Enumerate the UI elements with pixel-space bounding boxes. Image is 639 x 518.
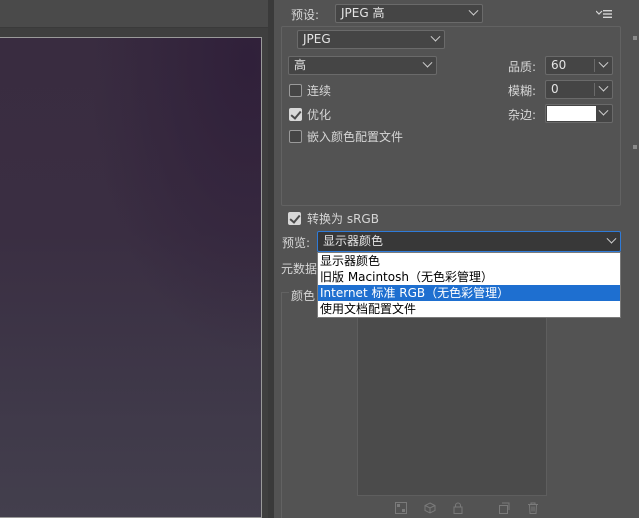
quality-preset-value: 高 (294, 58, 307, 72)
matte-select[interactable] (545, 104, 613, 123)
blur-input[interactable]: 0 (545, 80, 613, 99)
chevron-down-icon[interactable] (598, 81, 609, 92)
progressive-checkbox[interactable] (289, 84, 302, 97)
progressive-label: 连续 (307, 84, 332, 98)
preview-image[interactable] (0, 37, 262, 518)
embed-profile-checkbox[interactable] (289, 130, 302, 143)
divider (594, 59, 595, 72)
divider (594, 83, 595, 96)
chevron-down-icon (598, 105, 609, 116)
chevron-down-icon (606, 233, 617, 244)
chevron-down-icon (430, 31, 441, 42)
quality-label: 品质: (508, 60, 537, 74)
color-table[interactable] (357, 296, 547, 496)
matte-color-swatch (547, 106, 596, 121)
convert-srgb-label: 转换为 sRGB (307, 212, 379, 226)
panel-edge-marker (633, 36, 637, 40)
quality-preset-select[interactable]: 高 (288, 56, 437, 75)
embed-profile-label: 嵌入颜色配置文件 (307, 130, 404, 144)
preview-option-highlighted[interactable]: Internet 标准 RGB（无色彩管理） (318, 285, 620, 301)
optimized-label: 优化 (307, 108, 332, 122)
preview-tab-bar (0, 0, 268, 28)
web-shift-icon[interactable] (424, 502, 436, 514)
metadata-label: 元数据 (281, 262, 318, 276)
blur-input-value: 0 (551, 82, 559, 96)
preview-dropdown-list[interactable]: 显示器颜色 旧版 Macintosh（无色彩管理） Internet 标准 RG… (317, 252, 621, 318)
blur-label: 模糊: (508, 84, 537, 98)
new-color-icon[interactable] (498, 502, 510, 514)
quality-input-value: 60 (551, 58, 567, 72)
color-table-label: 颜色 (289, 287, 318, 304)
preview-option[interactable]: 旧版 Macintosh（无色彩管理） (318, 269, 620, 285)
preview-option[interactable]: 显示器颜色 (318, 253, 620, 269)
quality-input[interactable]: 60 (545, 56, 613, 75)
preview-select-value: 显示器颜色 (323, 234, 384, 248)
preview-option[interactable]: 使用文档配置文件 (318, 301, 620, 317)
chevron-down-icon (422, 57, 433, 68)
optimized-checkbox[interactable] (289, 108, 302, 121)
preview-label: 预览: (282, 236, 311, 250)
convert-srgb-checkbox[interactable] (288, 212, 301, 225)
chevron-down-icon (468, 5, 479, 16)
panel-edge-marker (633, 145, 637, 149)
preset-label: 预设: (291, 8, 320, 22)
panel-menu-icon[interactable] (595, 8, 612, 18)
matte-label: 杂边: (508, 108, 537, 122)
format-select[interactable]: JPEG (297, 30, 445, 49)
format-select-value: JPEG (303, 32, 331, 46)
preset-select-value: JPEG 高 (341, 6, 385, 20)
preview-select[interactable]: 显示器颜色 (317, 231, 621, 252)
chevron-down-icon[interactable] (598, 57, 609, 68)
preset-select[interactable]: JPEG 高 (335, 4, 483, 23)
trash-icon[interactable] (527, 502, 539, 514)
lock-icon[interactable] (452, 502, 464, 514)
map-colors-icon[interactable] (395, 502, 407, 514)
